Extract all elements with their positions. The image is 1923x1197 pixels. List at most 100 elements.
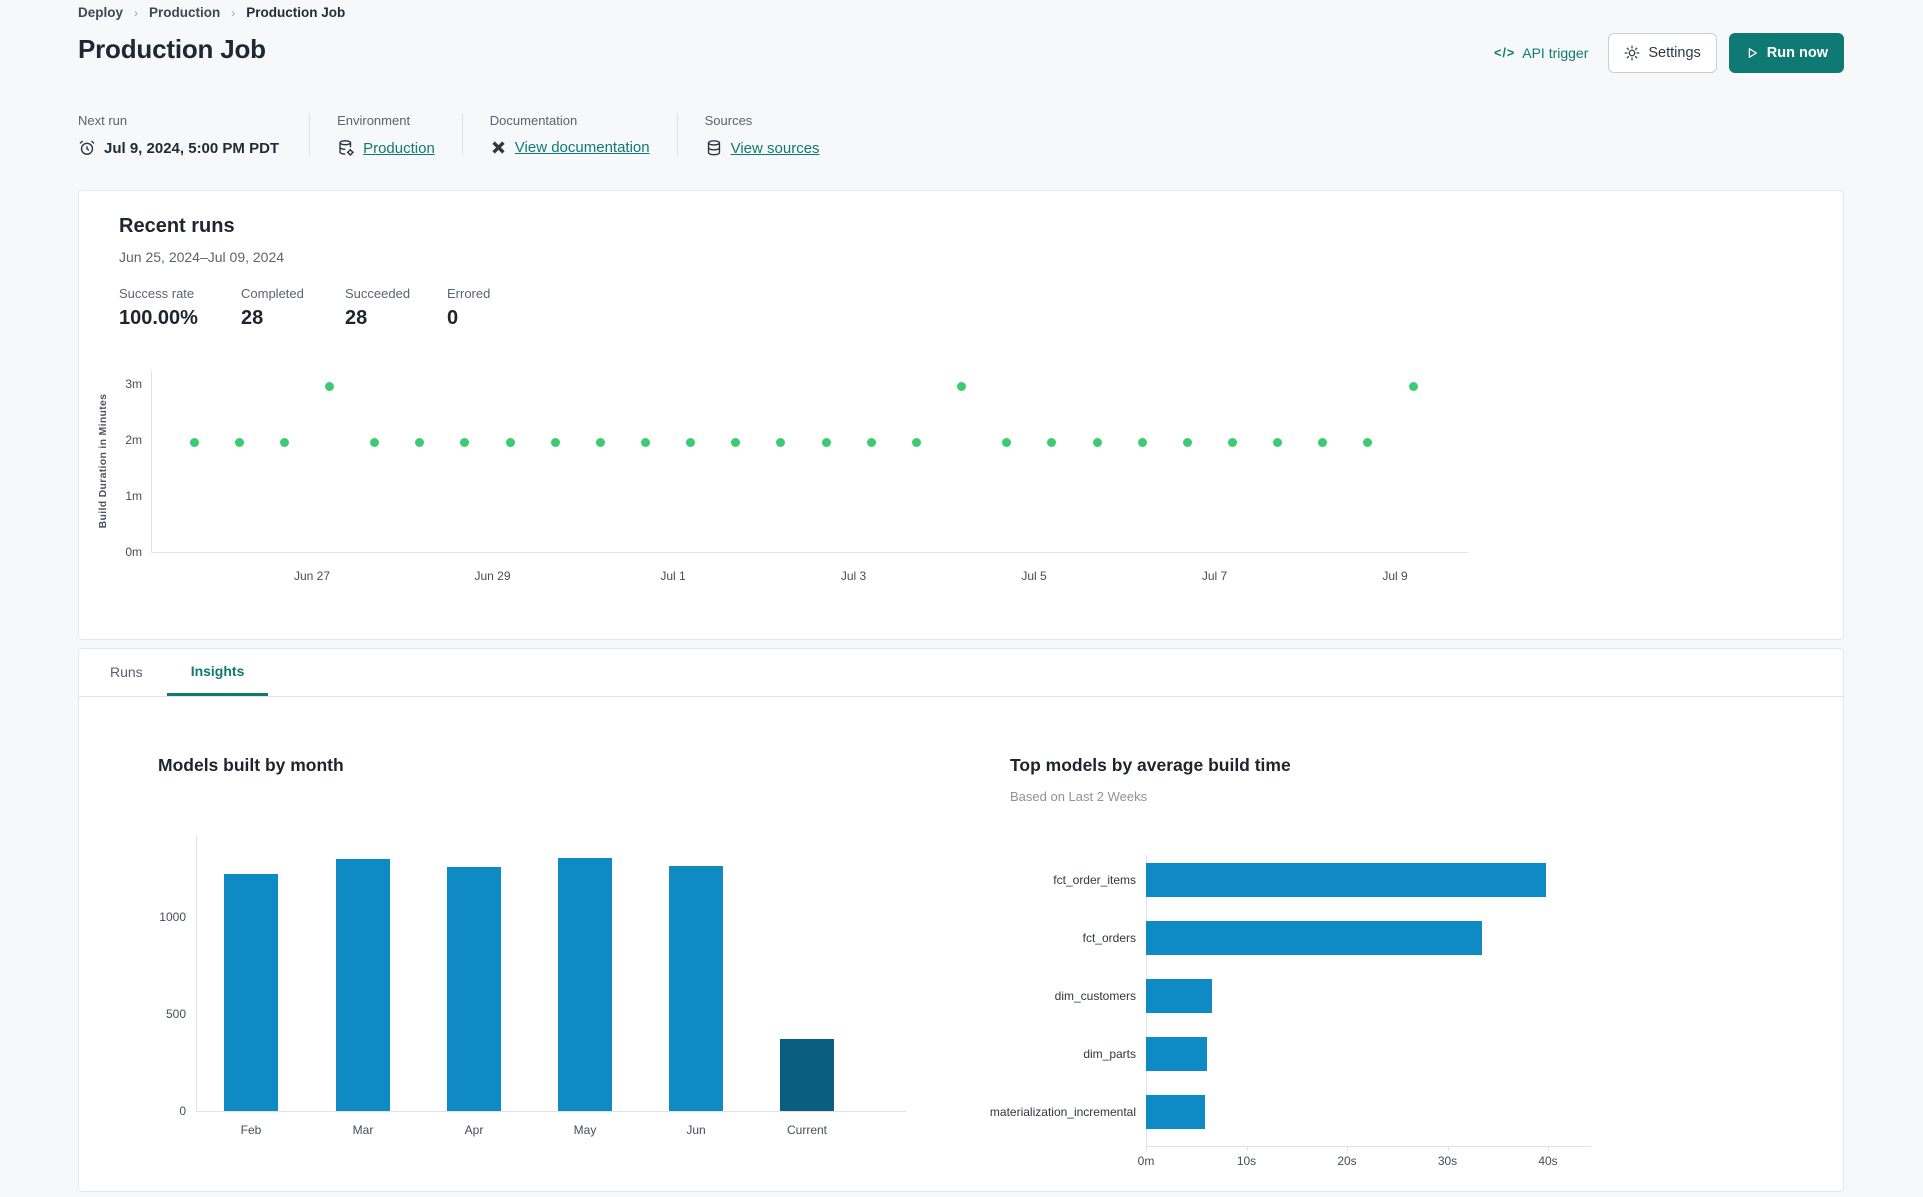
run-now-label: Run now (1766, 45, 1828, 61)
run-dot[interactable] (1363, 438, 1373, 448)
page-title: Production Job (78, 34, 266, 64)
date-tick-label: Jul 1 (660, 569, 686, 583)
stat-errored: Errored 0 (447, 286, 491, 329)
run-dot[interactable] (189, 438, 199, 448)
run-dot[interactable] (1137, 438, 1147, 448)
run-dot[interactable] (1273, 438, 1283, 448)
database-gear-icon (337, 139, 355, 157)
next-run-label: Next run (78, 113, 128, 128)
seconds-tick-label: 20s (1337, 1154, 1357, 1168)
run-dot[interactable] (460, 438, 470, 448)
tick-mark (1447, 1146, 1449, 1151)
recent-runs-title: Recent runs (119, 215, 235, 237)
run-now-button[interactable]: Run now (1728, 33, 1844, 73)
bar-materialization_incremental[interactable] (1146, 1095, 1205, 1129)
run-dot[interactable] (234, 438, 244, 448)
date-tick-label: Jun 29 (474, 569, 511, 583)
model-label: fct_order_items (1053, 873, 1136, 887)
build-duration-chart: Build Duration in Minutes 0m 1m 2m 3m Jun 27 J… (79, 357, 1843, 607)
seconds-tick-label: 30s (1437, 1154, 1458, 1168)
stat-succeeded: Succeeded 28 (345, 286, 411, 329)
settings-label: Settings (1648, 45, 1701, 61)
run-dot[interactable] (1408, 382, 1418, 392)
model-label: dim_parts (1083, 1047, 1136, 1061)
run-dot[interactable] (776, 438, 786, 448)
alarm-clock-icon (78, 139, 96, 157)
run-dot[interactable] (505, 438, 515, 448)
recent-runs-card: Recent runs Jun 25, 2024–Jul 09, 2024 Su… (78, 190, 1844, 640)
stat-completed: Completed 28 (241, 286, 304, 329)
documentation-group: Documentation View documentation (461, 113, 677, 156)
stat-success-rate: Success rate 100.00% (119, 286, 198, 329)
date-tick-label: Jun 27 (293, 569, 331, 583)
environment-group: Environment Production (309, 113, 462, 157)
run-dot[interactable] (957, 382, 967, 392)
run-dot[interactable] (370, 438, 380, 448)
breadcrumb-deploy[interactable]: Deploy (78, 5, 123, 20)
run-dot[interactable] (731, 438, 741, 448)
breadcrumb-production[interactable]: Production (149, 5, 220, 20)
tab-bar: Runs Insights (79, 649, 1843, 697)
settings-button[interactable]: Settings (1608, 33, 1717, 73)
environment-label: Environment (337, 113, 411, 128)
environment-link[interactable]: Production (363, 140, 435, 157)
seconds-tick-label: 10s (1236, 1154, 1257, 1168)
bar-dim_customers[interactable] (1146, 979, 1212, 1013)
run-dot[interactable] (415, 438, 425, 448)
date-tick-label: Jul 9 (1382, 569, 1408, 583)
gear-icon (1624, 45, 1640, 61)
breadcrumb-production-job: Production Job (246, 5, 346, 20)
seconds-tick-label: 0m (1137, 1154, 1155, 1168)
bar-fct_orders[interactable] (1146, 921, 1482, 955)
date-tick-label: Jul 5 (1021, 569, 1047, 583)
documentation-label: Documentation (489, 113, 578, 128)
run-dot[interactable] (324, 382, 334, 392)
date-tick-label: Jul 7 (1201, 569, 1228, 583)
insights-card: Runs Insights Models built by month Top … (78, 648, 1844, 1192)
play-icon (1745, 46, 1759, 60)
next-run-group: Next run Jul 9, 2024, 5:00 PM PDT (78, 113, 309, 157)
run-dot[interactable] (595, 438, 605, 448)
tab-insights[interactable]: Insights (166, 649, 269, 696)
view-documentation-link[interactable]: View documentation (515, 139, 650, 156)
duration-tick-label: 1m (125, 489, 142, 503)
sources-label: Sources (704, 113, 753, 128)
seconds-tick-label: 40s (1538, 1154, 1558, 1168)
bar-dim_parts[interactable] (1146, 1037, 1207, 1071)
x-axis-line (1146, 1146, 1591, 1147)
tab-runs[interactable]: Runs (86, 649, 167, 696)
code-icon: </> (1494, 46, 1516, 60)
run-dot[interactable] (821, 438, 831, 448)
run-dot[interactable] (279, 438, 289, 448)
run-dot[interactable] (641, 438, 650, 448)
date-tick-label: Jul 3 (840, 569, 867, 583)
top-models-chart: fct_order_items fct_orders dim_customersdi… (79, 697, 1843, 1192)
run-dot[interactable] (1227, 438, 1237, 448)
run-dot[interactable] (686, 438, 696, 448)
model-label: materialization_incremental (989, 1105, 1136, 1119)
run-dot[interactable] (1318, 438, 1328, 448)
duration-tick-label: 2m (125, 433, 142, 447)
bar-fct_order_items[interactable] (1146, 863, 1546, 897)
tick-mark (1347, 1146, 1348, 1151)
api-trigger-link[interactable]: </> API trigger (1494, 45, 1588, 61)
model-label: dim_customers (1054, 989, 1136, 1003)
next-run-value: Jul 9, 2024, 5:00 PM PDT (104, 139, 280, 157)
job-info-row: Next run Jul 9, 2024, 5:00 PM PDT Enviro… (78, 113, 847, 157)
run-dot[interactable] (550, 438, 560, 448)
tick-mark (1246, 1146, 1248, 1151)
duration-tick-label: 3m (125, 377, 142, 391)
run-dot[interactable] (1182, 438, 1192, 448)
tick-mark (1146, 1146, 1147, 1151)
run-dot[interactable] (866, 438, 876, 448)
model-label: fct_orders (1082, 931, 1136, 945)
recent-runs-stats: Success rate 100.00% Completed 28 Succee… (119, 286, 537, 330)
run-dot[interactable] (1092, 438, 1102, 448)
recent-runs-date-range: Jun 25, 2024–Jul 09, 2024 (119, 249, 285, 265)
view-sources-link[interactable]: View sources (731, 140, 820, 157)
header-actions: </> API trigger Settings Run now (1494, 33, 1844, 73)
run-dot[interactable] (911, 438, 921, 448)
chevron-right-icon: › (134, 5, 139, 20)
run-dot[interactable] (1047, 438, 1057, 448)
run-dot[interactable] (1002, 438, 1012, 448)
